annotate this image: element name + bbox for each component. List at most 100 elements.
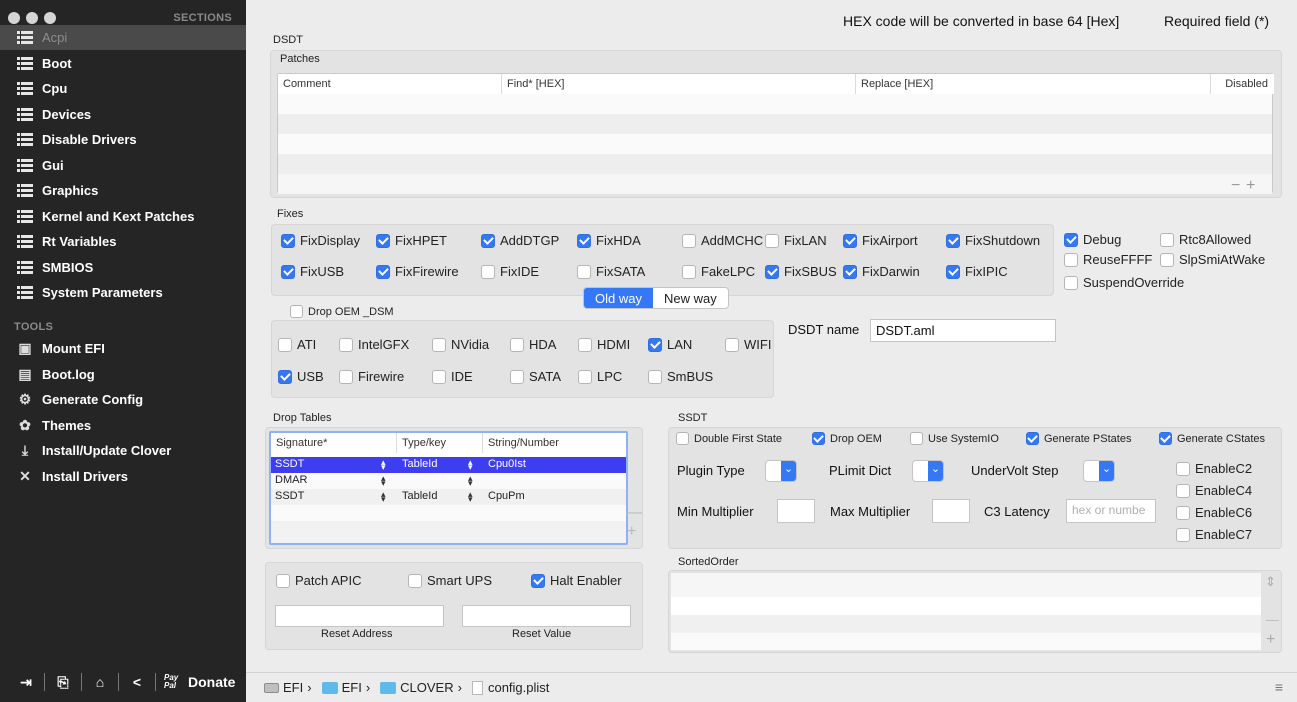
lan-option[interactable]: LAN [648,337,692,352]
sidebar-tool-mount-efi[interactable]: ▣ Mount EFI [0,336,246,361]
reset-address-field[interactable] [275,605,444,627]
sidebar-item-gui[interactable]: Gui [0,153,246,178]
enablec2-checkbox[interactable] [1176,461,1190,476]
home-icon-button[interactable]: ⌂ [86,671,114,693]
sata-option[interactable]: SATA [510,369,561,384]
wifi-checkbox[interactable] [725,337,739,352]
stepper-icon[interactable]: ▴ ▾ [381,474,386,488]
sidebar-item-system-parameters[interactable]: System Parameters [0,280,246,305]
enablec7-option[interactable]: EnableC7 [1176,527,1252,542]
path-item-efi-volume[interactable]: EFI [283,680,303,695]
sidebar-item-devices[interactable]: Devices [0,102,246,127]
patches-col-find[interactable]: Find* [HEX] [502,74,856,94]
sidebar-tool-install-drivers[interactable]: ✕ Install Drivers [0,464,246,489]
fixfirewire-checkbox[interactable] [376,264,390,279]
generate-pstates-option[interactable]: Generate PStates [1026,432,1131,445]
nvidia-checkbox[interactable] [432,337,446,352]
smbus-option[interactable]: SmBUS [648,369,713,384]
fakelpc-checkbox[interactable] [682,264,696,279]
patches-table[interactable]: Comment Find* [HEX] Replace [HEX] Disabl… [277,73,1274,194]
enablec4-option[interactable]: EnableC4 [1176,483,1252,498]
sidebar-tool-generate-config[interactable]: ⚙ Generate Config [0,387,246,412]
drop-col-value[interactable]: String/Number [483,433,626,453]
firewire-checkbox[interactable] [339,369,353,384]
rtc8allowed-checkbox[interactable] [1160,232,1174,247]
zoom-window-button[interactable] [44,12,56,24]
path-item-efi-folder[interactable]: EFI [342,680,362,695]
dsdt-mode-segmented[interactable]: Old way New way [583,287,729,309]
stepper-icon[interactable]: ▴ ▾ [468,474,473,488]
sorted-order-move-icon[interactable]: ⇕ [1265,574,1276,590]
smart-ups-option[interactable]: Smart UPS [408,573,492,588]
patch-apic-checkbox[interactable] [276,573,290,588]
adddtgp-option[interactable]: AddDTGP [481,233,559,248]
stepper-icon[interactable]: ▴ ▾ [468,458,473,472]
ati-option[interactable]: ATI [278,337,316,352]
c3-latency-field[interactable]: hex or numbe [1066,499,1156,523]
sidebar-item-graphics[interactable]: Graphics [0,178,246,203]
fixairport-option[interactable]: FixAirport [843,233,918,248]
path-item-config[interactable]: config.plist [488,680,549,695]
enablec6-option[interactable]: EnableC6 [1176,505,1252,520]
nvidia-option[interactable]: NVidia [432,337,489,352]
sata-checkbox[interactable] [510,369,524,384]
table-row[interactable] [271,473,626,489]
close-window-button[interactable] [8,12,20,24]
wifi-option[interactable]: WIFI [725,337,771,352]
fixlan-checkbox[interactable] [765,233,779,248]
drop-col-type[interactable]: Type/key [397,433,483,453]
new-way-segment[interactable]: New way [653,288,728,308]
ide-checkbox[interactable] [432,369,446,384]
sidebar-item-boot[interactable]: Boot [0,51,246,76]
ide-option[interactable]: IDE [432,369,473,384]
reuseffff-checkbox[interactable] [1064,252,1078,267]
sidebar-tool-install-update-clover[interactable]: ⤓ Install/Update Clover [0,438,246,463]
fixsata-option[interactable]: FixSATA [577,264,645,279]
plimit-dict-popup[interactable] [912,460,944,482]
dsdt-name-field[interactable]: DSDT.aml [870,319,1056,342]
fixdisplay-option[interactable]: FixDisplay [281,233,360,248]
path-item-clover[interactable]: CLOVER [400,680,453,695]
addmchc-option[interactable]: AddMCHC [682,233,763,248]
fixairport-checkbox[interactable] [843,233,857,248]
fixhpet-checkbox[interactable] [376,233,390,248]
smbus-checkbox[interactable] [648,369,662,384]
debug-checkbox[interactable] [1064,232,1078,247]
minimize-window-button[interactable] [26,12,38,24]
fixipic-option[interactable]: FixIPIC [946,264,1008,279]
generate-pstates-checkbox[interactable] [1026,432,1039,445]
share-icon-button[interactable]: < [123,671,151,693]
addmchc-checkbox[interactable] [682,233,696,248]
sidebar-item-acpi[interactable]: Acpi [0,25,246,50]
fixsata-checkbox[interactable] [577,264,591,279]
enablec6-checkbox[interactable] [1176,505,1190,520]
reset-value-field[interactable] [462,605,631,627]
table-row[interactable] [271,457,626,473]
patches-remove-button[interactable]: − [1231,177,1240,195]
fixshutdown-checkbox[interactable] [946,233,960,248]
double-first-state-checkbox[interactable] [676,432,689,445]
suspendoverride-option[interactable]: SuspendOverride [1064,275,1184,290]
sidebar-item-rt-variables[interactable]: Rt Variables [0,229,246,254]
drop-tables-remove-button[interactable]: — [626,504,642,522]
suspendoverride-checkbox[interactable] [1064,275,1078,290]
fixsbus-checkbox[interactable] [765,264,779,279]
fixide-checkbox[interactable] [481,264,495,279]
intelgfx-checkbox[interactable] [339,337,353,352]
rtc8allowed-option[interactable]: Rtc8Allowed [1160,232,1251,247]
lan-checkbox[interactable] [648,337,662,352]
drop-tables-add-button[interactable]: + [627,523,636,541]
halt-enabler-checkbox[interactable] [531,573,545,588]
enter-icon-button[interactable]: ⇥ [12,671,40,693]
patches-col-replace[interactable]: Replace [HEX] [856,74,1211,94]
hdmi-checkbox[interactable] [578,337,592,352]
firewire-option[interactable]: Firewire [339,369,404,384]
drop-col-signature[interactable]: Signature* [271,433,397,453]
halt-enabler-option[interactable]: Halt Enabler [531,573,622,588]
donate-button[interactable]: Pay Pal Donate [164,674,235,691]
lpc-option[interactable]: LPC [578,369,622,384]
table-row[interactable] [271,489,626,505]
slpsmiatwake-checkbox[interactable] [1160,252,1174,267]
sidebar-tool-themes[interactable]: ✿ Themes [0,413,246,438]
fixhpet-option[interactable]: FixHPET [376,233,447,248]
